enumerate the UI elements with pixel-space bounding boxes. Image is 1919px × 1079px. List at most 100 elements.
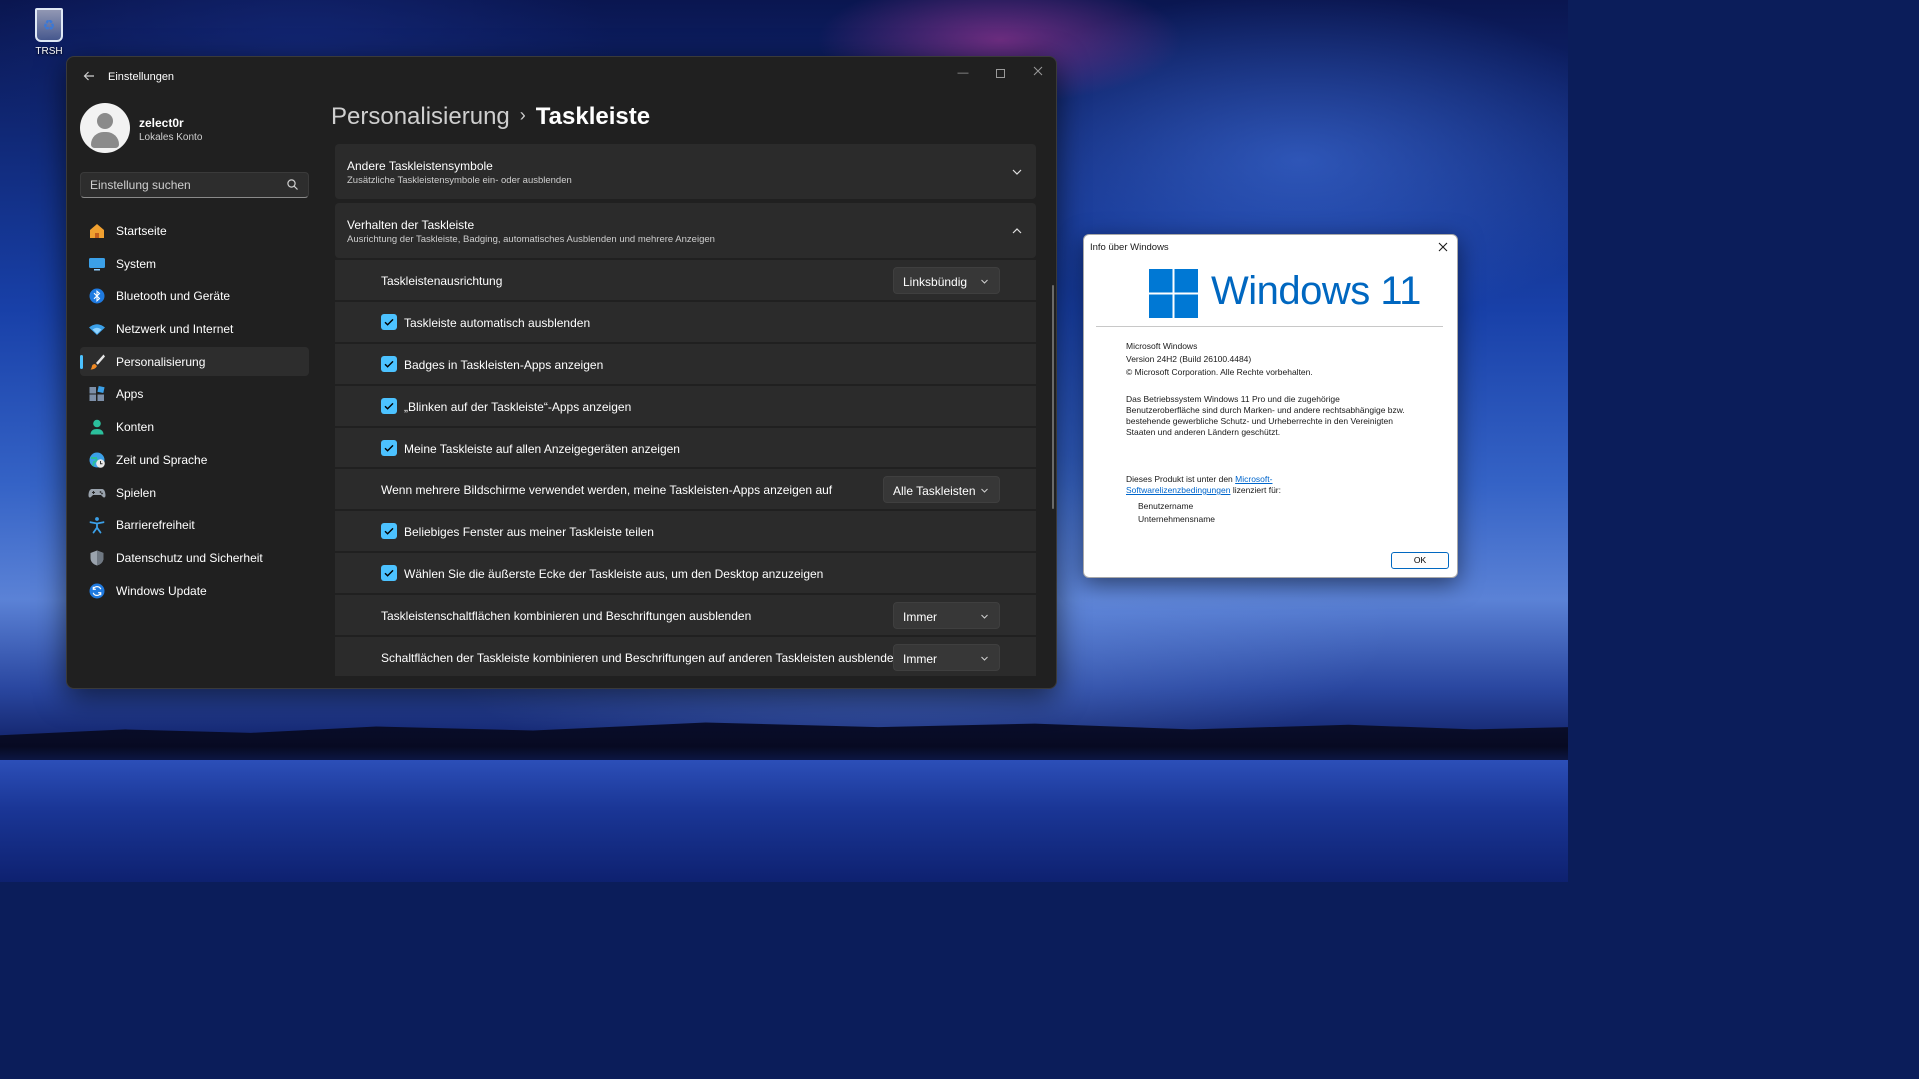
setting-row-share-window: Beliebiges Fenster aus meiner Taskleiste… xyxy=(335,509,1036,551)
scrollbar[interactable] xyxy=(1052,285,1054,509)
sidebar-item-label: Windows Update xyxy=(116,583,207,598)
windows-brand-text: Windows 11 xyxy=(1211,269,1421,313)
section-taskbar-behavior[interactable]: Verhalten der Taskleiste Ausrichtung der… xyxy=(335,203,1036,258)
wifi-icon xyxy=(89,324,105,336)
accessibility-icon xyxy=(89,517,105,534)
search-icon[interactable] xyxy=(286,178,300,192)
dropdown-value: Alle Taskleisten xyxy=(893,484,976,498)
chevron-down-icon xyxy=(981,656,988,661)
setting-row-combine-other: Schaltflächen der Taskleiste kombinieren… xyxy=(335,635,1036,676)
sidebar-item-label: Spielen xyxy=(116,485,157,500)
setting-label: Schaltflächen der Taskleiste kombinieren… xyxy=(381,651,901,665)
legal-line: Das Betriebssystem Windows 11 Pro und di… xyxy=(1126,394,1340,404)
license-line: Softwarelizenzbedingungen lizenziert für… xyxy=(1126,485,1281,496)
setting-label: Beliebiges Fenster aus meiner Taskleiste… xyxy=(404,525,654,539)
desktop-icon-label: TRSH xyxy=(35,46,63,57)
sidebar-item-label: Startseite xyxy=(116,224,167,238)
back-arrow-icon[interactable] xyxy=(79,67,99,87)
product-name: Microsoft Windows xyxy=(1126,341,1198,351)
multi-display-dropdown[interactable]: Alle Taskleisten xyxy=(883,476,1000,503)
sidebar-item-netzwerk[interactable]: Netzwerk und Internet xyxy=(80,314,309,343)
sidebar-item-zeit-sprache[interactable]: Zeit und Sprache xyxy=(80,445,309,474)
copyright-text: © Microsoft Corporation. Alle Rechte vor… xyxy=(1126,367,1313,377)
sidebar-item-label: Apps xyxy=(116,387,144,402)
dropdown-value: Immer xyxy=(903,652,937,666)
dialog-title: Info über Windows xyxy=(1090,242,1169,253)
setting-label: Meine Taskleiste auf allen Anzeigegeräte… xyxy=(404,442,680,456)
update-icon xyxy=(89,583,105,599)
person-icon xyxy=(90,419,104,435)
legal-line: bestehende gewerbliche Schutz- und Urheb… xyxy=(1126,416,1393,426)
shield-icon xyxy=(90,550,104,566)
section-subtitle: Zusätzliche Taskleistensymbole ein- oder… xyxy=(347,175,572,186)
sidebar-item-barrierefreiheit[interactable]: Barrierefreiheit xyxy=(80,510,309,539)
bluetooth-icon xyxy=(89,288,105,304)
account-type: Lokales Konto xyxy=(139,132,203,143)
badges-checkbox[interactable] xyxy=(381,356,397,372)
chevron-down-icon xyxy=(981,614,988,619)
minimize-button[interactable]: — xyxy=(944,61,982,85)
setting-row-autohide: Taskleiste automatisch ausblenden xyxy=(335,300,1036,342)
setting-row-all-displays: Meine Taskleiste auf allen Anzeigegeräte… xyxy=(335,426,1036,467)
sidebar-item-apps[interactable]: Apps xyxy=(80,379,309,408)
license-prefix: Dieses Produkt ist unter den xyxy=(1126,474,1233,484)
sidebar-item-datenschutz[interactable]: Datenschutz und Sicherheit xyxy=(80,543,309,572)
all-displays-checkbox[interactable] xyxy=(381,440,397,456)
chevron-down-icon[interactable] xyxy=(1010,165,1024,179)
version-text: Version 24H2 (Build 26100.4484) xyxy=(1126,354,1252,364)
setting-row-flashing: „Blinken auf der Taskleiste“-Apps anzeig… xyxy=(335,384,1036,426)
chevron-down-icon xyxy=(981,279,988,284)
close-icon[interactable] xyxy=(1435,239,1451,255)
sidebar-item-spielen[interactable]: Spielen xyxy=(80,478,309,507)
breadcrumb: Personalisierung › Taskleiste xyxy=(331,103,650,131)
page-title: Taskleiste xyxy=(535,103,651,130)
sidebar-item-system[interactable]: System xyxy=(80,249,309,278)
share-window-checkbox[interactable] xyxy=(381,523,397,539)
sidebar-item-bluetooth[interactable]: Bluetooth und Geräte xyxy=(80,281,309,310)
avatar xyxy=(80,103,130,153)
licensed-user: Benutzername xyxy=(1138,501,1194,511)
flashing-checkbox[interactable] xyxy=(381,398,397,414)
sidebar-item-label: Bluetooth und Geräte xyxy=(116,289,231,304)
dropdown-value: Immer xyxy=(903,610,937,624)
search-input[interactable] xyxy=(90,177,280,193)
license-link[interactable]: Microsoft- xyxy=(1235,474,1272,484)
section-other-taskbar-icons[interactable]: Andere Taskleistensymbole Zusätzliche Ta… xyxy=(335,144,1036,199)
breadcrumb-parent[interactable]: Personalisierung xyxy=(331,103,510,130)
sidebar-item-personalisierung[interactable]: Personalisierung xyxy=(80,346,309,376)
section-subtitle: Ausrichtung der Taskleiste, Badging, aut… xyxy=(347,234,715,245)
sidebar-item-windows-update[interactable]: Windows Update xyxy=(80,576,309,605)
sidebar-item-konten[interactable]: Konten xyxy=(80,412,309,441)
recycle-bin-icon: ♻ xyxy=(35,8,63,42)
combine-dropdown[interactable]: Immer xyxy=(893,602,1000,629)
combine-other-dropdown[interactable]: Immer xyxy=(893,644,1000,671)
setting-label: Taskleistenausrichtung xyxy=(381,274,503,288)
title-bar[interactable]: Einstellungen — xyxy=(67,57,1056,97)
alignment-dropdown[interactable]: Linksbündig xyxy=(893,267,1000,294)
window-title: Einstellungen xyxy=(108,71,175,83)
autohide-checkbox[interactable] xyxy=(381,314,397,330)
wallpaper-lake xyxy=(0,760,1568,882)
globe-clock-icon xyxy=(89,452,105,468)
divider xyxy=(1096,326,1443,327)
paintbrush-icon xyxy=(90,354,105,370)
sidebar-item-label: Barrierefreiheit xyxy=(116,518,195,533)
sidebar-item-label: Netzwerk und Internet xyxy=(116,322,234,337)
license-link[interactable]: Softwarelizenzbedingungen xyxy=(1126,485,1230,495)
close-button[interactable] xyxy=(1019,61,1056,85)
breadcrumb-separator: › xyxy=(519,105,526,125)
windows-logo-icon xyxy=(1149,269,1198,318)
sidebar-item-label: Personalisierung xyxy=(116,354,206,369)
search-box[interactable] xyxy=(80,172,309,198)
setting-label: Badges in Taskleisten-Apps anzeigen xyxy=(404,358,604,372)
desktop-icon-recycle-bin[interactable]: ♻ TRSH xyxy=(24,4,74,57)
sidebar-item-startseite[interactable]: Startseite xyxy=(80,216,309,245)
setting-label: Wenn mehrere Bildschirme verwendet werde… xyxy=(381,483,833,497)
setting-label: „Blinken auf der Taskleiste“-Apps anzeig… xyxy=(404,400,632,414)
chevron-up-icon[interactable] xyxy=(1010,224,1024,238)
far-corner-checkbox[interactable] xyxy=(381,565,397,581)
sidebar-item-label: Konten xyxy=(116,420,155,435)
maximize-button[interactable] xyxy=(981,61,1019,85)
sidebar-item-label: System xyxy=(116,256,157,271)
ok-button[interactable]: OK xyxy=(1391,552,1449,569)
